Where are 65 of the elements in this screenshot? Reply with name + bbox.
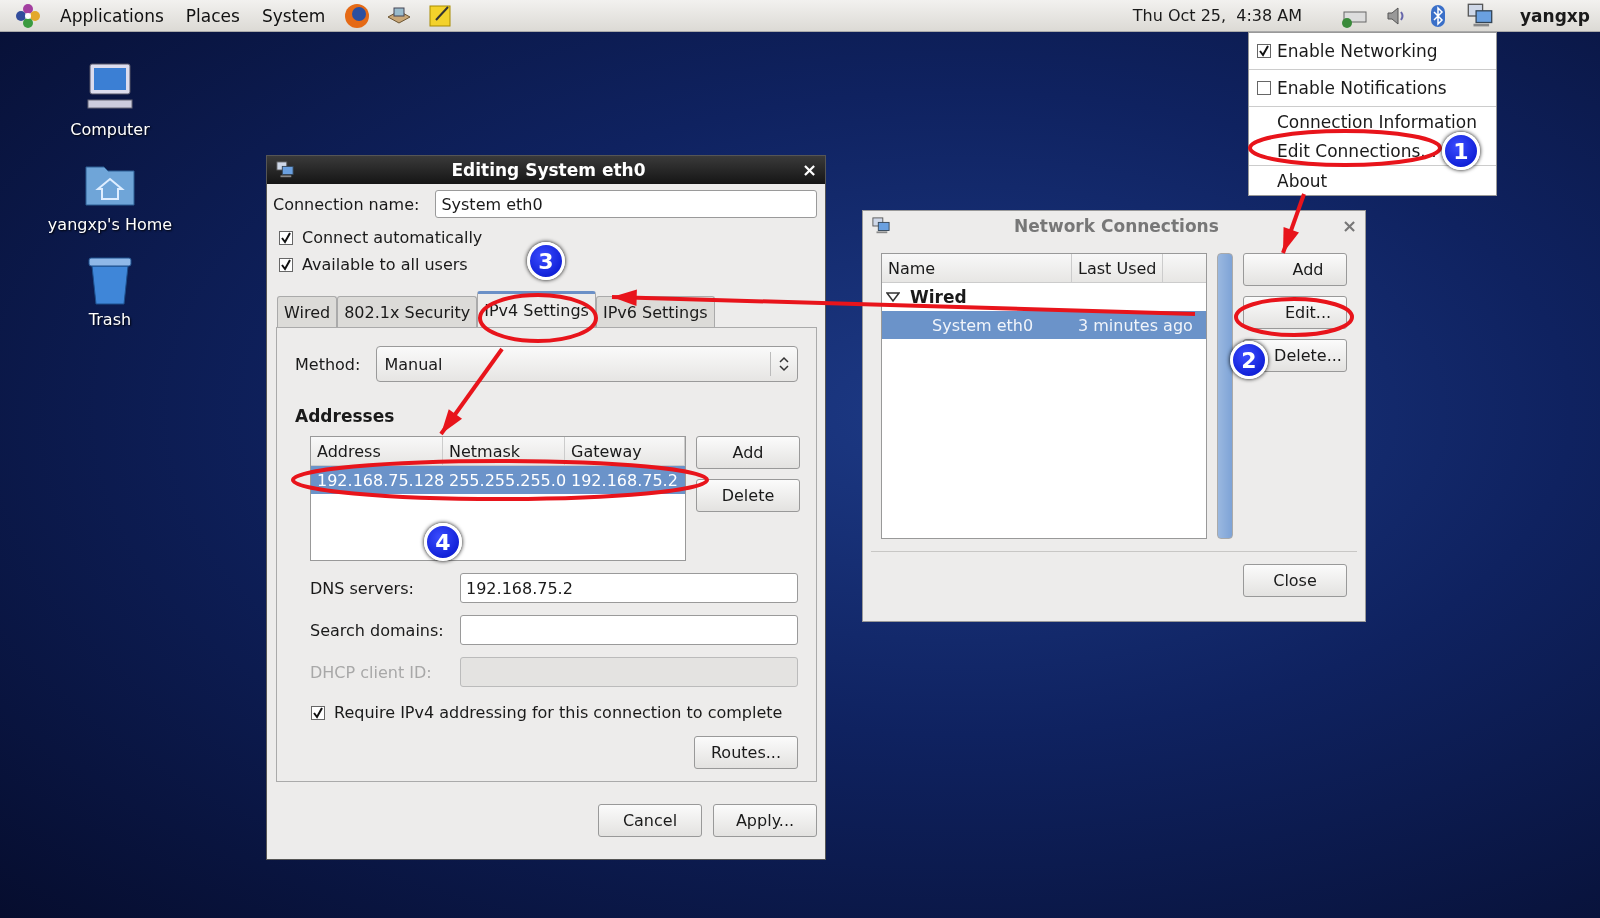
table-cell-text: 255.255.255.0 — [448, 470, 565, 490]
globe-icon[interactable] — [343, 2, 372, 29]
connection-name-field[interactable]: System eth0 — [435, 190, 817, 218]
window-title: Editing System eth0 — [450, 160, 647, 180]
checkbox[interactable] — [311, 705, 325, 720]
checkbox[interactable] — [279, 230, 293, 245]
field-label: Connection name: — [273, 194, 420, 214]
desktop-icon-label[interactable]: Computer — [70, 120, 150, 139]
desktop-icon-label[interactable]: Trash — [88, 310, 132, 329]
text-field[interactable]: 192.168.75.2 — [460, 573, 798, 603]
button[interactable]: Add — [696, 436, 800, 469]
network-monitors-icon[interactable] — [1466, 2, 1495, 29]
button[interactable]: Delete — [696, 479, 800, 512]
network-monitors-icon — [275, 161, 295, 179]
field-label: DHCP client ID: — [310, 662, 433, 682]
group-label: Wired — [910, 287, 967, 307]
clock[interactable]: Thu Oct 25, 4:38 AM — [1132, 6, 1303, 25]
button[interactable]: Close — [1243, 564, 1347, 597]
tab[interactable]: Wired — [277, 296, 338, 327]
table-cell-text: System eth0 — [931, 315, 1035, 335]
table-cell-text: 3 minutes ago — [1077, 315, 1194, 335]
panel-menu[interactable]: Places — [177, 5, 248, 26]
scrollbar[interactable] — [1217, 253, 1233, 539]
menu-item[interactable]: Edit Connections... — [1277, 140, 1437, 161]
field-label: DNS servers: — [310, 578, 415, 598]
user-name[interactable]: yangxp — [1520, 5, 1590, 26]
menu-item[interactable]: Connection Information — [1277, 111, 1477, 132]
window-title: Network Connections — [1013, 216, 1220, 236]
desktop-icon-label[interactable]: yangxp's Home — [47, 215, 173, 234]
section-heading: Addresses — [295, 406, 396, 426]
checkbox[interactable] — [1257, 44, 1271, 58]
flower-logo-icon[interactable] — [14, 2, 42, 29]
menu-item[interactable]: Enable Notifications — [1249, 70, 1496, 106]
column-header[interactable]: Netmask — [443, 437, 565, 465]
menu-item-label: Enable Notifications — [1277, 78, 1447, 98]
field-label: Search domains: — [310, 620, 445, 640]
column-header[interactable]: Address — [311, 437, 443, 465]
network-monitors-icon — [871, 217, 891, 235]
tab[interactable]: 802.1x Security — [337, 296, 478, 327]
checkbox[interactable] — [279, 257, 293, 272]
menu-item-label: Enable Networking — [1277, 41, 1438, 61]
checkbox-label: Available to all users — [302, 255, 468, 274]
method-dropdown[interactable]: Manual — [376, 346, 798, 382]
field-label: Method: — [295, 354, 361, 374]
checkbox[interactable] — [1257, 81, 1271, 95]
menu-item[interactable]: About — [1277, 170, 1328, 191]
expander-triangle-icon[interactable] — [886, 291, 900, 303]
button[interactable]: Add — [1243, 253, 1347, 286]
panel-menu[interactable]: System — [253, 5, 334, 26]
table-cell-text: 192.168.75.128 — [316, 470, 443, 490]
checkbox-label: Connect automatically — [302, 228, 483, 247]
table-cell-text: 192.168.75.2 — [570, 470, 679, 490]
panel-menu[interactable]: Applications — [52, 5, 172, 26]
button[interactable]: Routes... — [694, 736, 798, 769]
column-header[interactable]: Last Used — [1072, 254, 1164, 282]
text-field[interactable] — [460, 615, 798, 645]
close-button[interactable]: × — [801, 161, 817, 179]
button[interactable]: Apply... — [713, 804, 817, 837]
button[interactable]: Cancel — [598, 804, 702, 837]
menu-item[interactable]: Enable Networking — [1249, 33, 1496, 69]
close-button[interactable]: × — [1341, 217, 1357, 235]
column-header[interactable]: Name — [882, 254, 1072, 282]
checkbox-label: Require IPv4 addressing for this connection to complete — [334, 703, 783, 722]
annotation-arrow — [1281, 193, 1306, 254]
column-header[interactable]: Gateway — [565, 437, 685, 465]
